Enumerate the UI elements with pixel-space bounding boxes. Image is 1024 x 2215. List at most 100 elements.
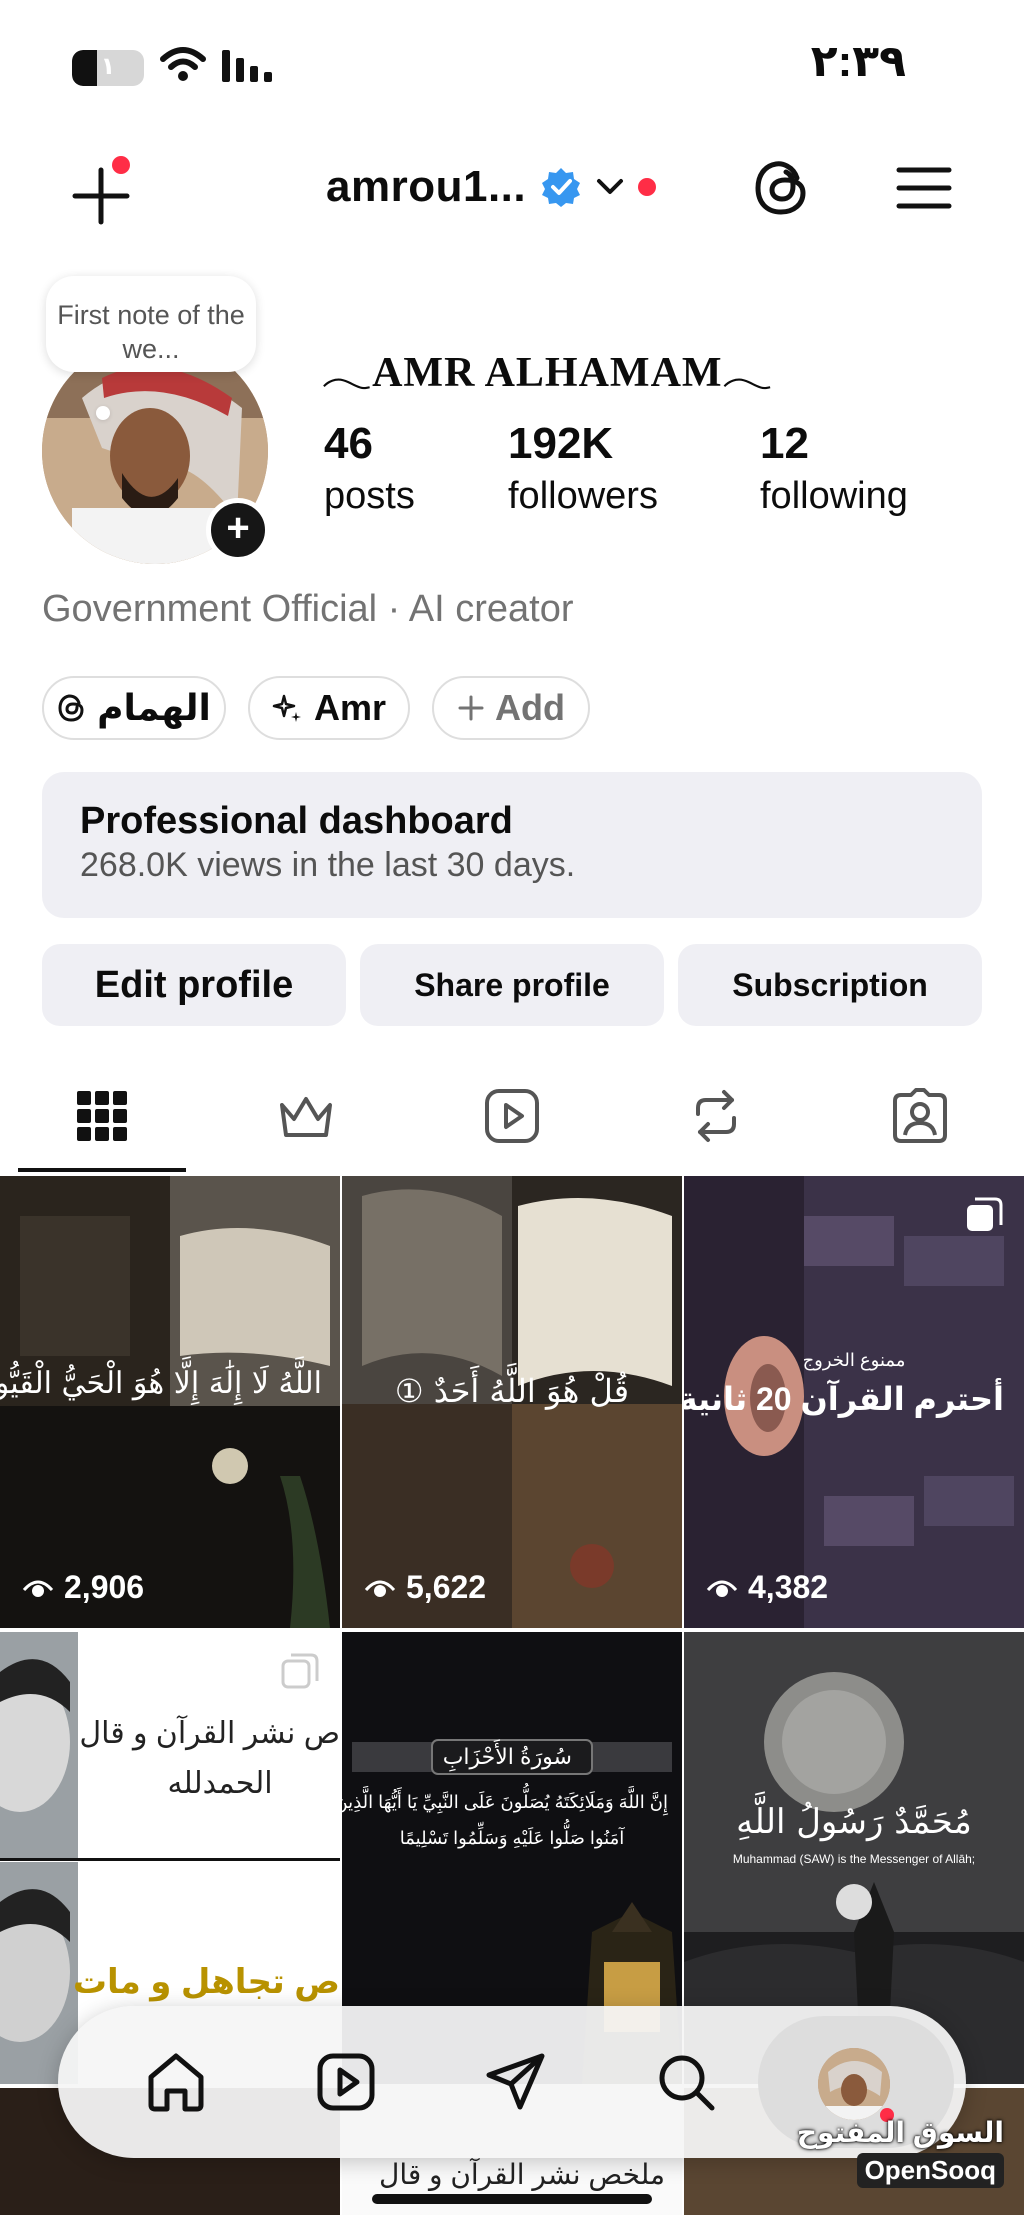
profile-avatar — [818, 2048, 890, 2120]
subscription-button[interactable]: Subscription — [678, 944, 982, 1026]
dashboard-subtitle: 268.0K views in the last 30 days. — [80, 846, 576, 884]
post-caption-line2: الحمدلله — [167, 1767, 273, 1800]
nav-profile[interactable] — [818, 2048, 890, 2120]
wifi-icon — [160, 47, 206, 81]
reel-indicator-icon — [964, 1196, 1004, 1241]
post-caption-line3: ص تجاهل و مات — [72, 1963, 340, 2001]
hamburger-menu-icon — [896, 167, 952, 209]
post-caption-line2: آمَنُوا صَلُّوا عَلَيْهِ وَسَلِّمُوا تَس… — [399, 1828, 625, 1848]
post-thumbnail — [0, 1176, 340, 1628]
threads-icon — [58, 694, 84, 722]
chevron-down-icon — [597, 179, 624, 194]
nav-home[interactable] — [138, 2044, 214, 2120]
view-count: 5,622 — [364, 1569, 486, 1606]
tab-posts[interactable] — [72, 1078, 132, 1154]
opensooq-watermark: السوق المفتوح OpenSooq — [797, 2116, 1004, 2188]
cellular-signal-icon — [222, 50, 272, 82]
view-count-value: 4,382 — [748, 1569, 829, 1605]
followers-count: 192K — [508, 419, 614, 468]
grid-post[interactable]: ممنوع الخروج أحترم القرآن 20 ثانية 4,382 — [684, 1176, 1024, 1628]
battery-percent: ١ — [100, 53, 116, 80]
watermark-english: OpenSooq — [856, 2153, 1004, 2188]
status-time: ٢:٣٩ — [810, 37, 906, 86]
reels-icon — [485, 1089, 539, 1143]
carousel-icon — [281, 1653, 319, 1689]
profile-header: amrou1... — [0, 140, 1024, 240]
following-label: following — [760, 475, 908, 517]
tagged-icon — [893, 1088, 947, 1143]
threads-icon — [755, 161, 806, 215]
note-bubble-tail — [96, 406, 110, 420]
chip-add[interactable]: Add — [432, 676, 590, 740]
username: amrou1... — [326, 162, 527, 211]
nav-messages[interactable] — [478, 2044, 554, 2120]
profile-category: Government Official · AI creator — [42, 588, 574, 630]
grid-post[interactable]: اللَّهُ لَا إِلَٰهَ إِلَّا هُوَ الْحَيُّ… — [0, 1176, 340, 1628]
chip-label: Amr — [313, 687, 387, 728]
chip-label: Add — [495, 687, 565, 728]
post-caption: أحترم القرآن 20 ثانية — [684, 1381, 1004, 1417]
home-indicator — [372, 2194, 652, 2204]
account-switcher[interactable]: amrou1... — [326, 162, 657, 212]
post-small-caption: Muhammad (SAW) is the Messenger of Allāh… — [732, 1852, 976, 1866]
view-count: 4,382 — [706, 1569, 828, 1606]
grid-icon — [77, 1091, 127, 1141]
edit-profile-button[interactable]: Edit profile — [42, 944, 346, 1026]
post-caption: ص نشر القرآن و قال — [79, 1717, 340, 1750]
profile-note[interactable]: First note of the we... — [46, 276, 256, 372]
watermark-arabic: السوق المفتوح — [796, 2117, 1004, 2148]
view-count: 2,906 — [22, 1569, 144, 1606]
stat-followers[interactable]: 192K followers — [508, 418, 658, 522]
nav-reels[interactable] — [308, 2044, 384, 2120]
carousel-icon — [967, 1197, 1003, 1231]
chip-label: الهمام — [97, 687, 211, 728]
eye-icon — [706, 1580, 738, 1597]
post-caption: مُحَمَّدٌ رَسُولُ اللَّهِ — [736, 1802, 972, 1842]
following-count: 12 — [760, 419, 809, 468]
post-caption: قُلْ هُوَ اللَّهُ أَحَدٌ ① — [394, 1372, 630, 1410]
post-caption: اللَّهُ لَا إِلَٰهَ إِلَّا هُوَ الْحَيُّ… — [0, 1366, 322, 1401]
tab-reels[interactable] — [482, 1078, 542, 1154]
reels-icon — [317, 2053, 375, 2111]
search-icon — [659, 2055, 715, 2111]
create-button[interactable] — [66, 156, 136, 230]
display-name: 𓂃AMR ALHAMAM𓂃 — [322, 350, 773, 396]
stat-posts[interactable]: 46 posts — [324, 418, 415, 522]
stat-following[interactable]: 12 following — [760, 418, 908, 522]
eye-icon — [22, 1580, 54, 1597]
eye-icon — [364, 1580, 396, 1597]
grid-post[interactable]: قُلْ هُوَ اللَّهُ أَحَدٌ ① 5,622 — [342, 1176, 682, 1628]
menu-button[interactable] — [896, 164, 952, 212]
send-icon — [486, 2053, 545, 2110]
battery-icon: ١ — [72, 50, 144, 86]
repost-icon — [696, 1090, 736, 1142]
active-tab-indicator — [18, 1168, 186, 1172]
tab-reposts[interactable] — [686, 1078, 746, 1154]
crown-icon — [280, 1097, 332, 1137]
surah-title: سُورَةُ الأَحْزَابِ — [442, 1744, 572, 1769]
view-count-value: 5,622 — [406, 1569, 487, 1605]
plus-icon — [458, 695, 484, 721]
chip-ai-amr[interactable]: Amr — [248, 676, 410, 740]
tab-subscriptions[interactable] — [276, 1078, 336, 1154]
professional-dashboard[interactable]: Professional dashboard 268.0K views in t… — [42, 772, 982, 918]
tab-tagged[interactable] — [890, 1078, 950, 1154]
notification-dot — [112, 156, 130, 174]
nav-search[interactable] — [648, 2044, 724, 2120]
post-caption: إِنَّ اللَّهَ وَمَلَائِكَتَهُ يُصَلُّونَ… — [342, 1792, 668, 1812]
status-bar: ١ ٢:٣٩ — [0, 0, 1024, 130]
posts-label: posts — [324, 475, 415, 517]
notification-dot — [638, 178, 657, 196]
threads-button[interactable] — [752, 158, 812, 218]
share-profile-button[interactable]: Share profile — [360, 944, 664, 1026]
posts-count: 46 — [324, 419, 373, 468]
post-small-caption: ممنوع الخروج — [802, 1350, 906, 1370]
home-icon — [148, 2053, 204, 2112]
post-caption: ملخص نشر القرآن و قال — [378, 2159, 666, 2190]
chip-threads-link[interactable]: الهمام — [42, 676, 226, 740]
view-count-value: 2,906 — [64, 1569, 145, 1605]
verified-badge-icon — [542, 168, 581, 207]
reel-indicator-icon — [280, 1652, 320, 1697]
sparkle-icon — [272, 694, 301, 722]
add-story-button[interactable]: + — [206, 498, 270, 562]
